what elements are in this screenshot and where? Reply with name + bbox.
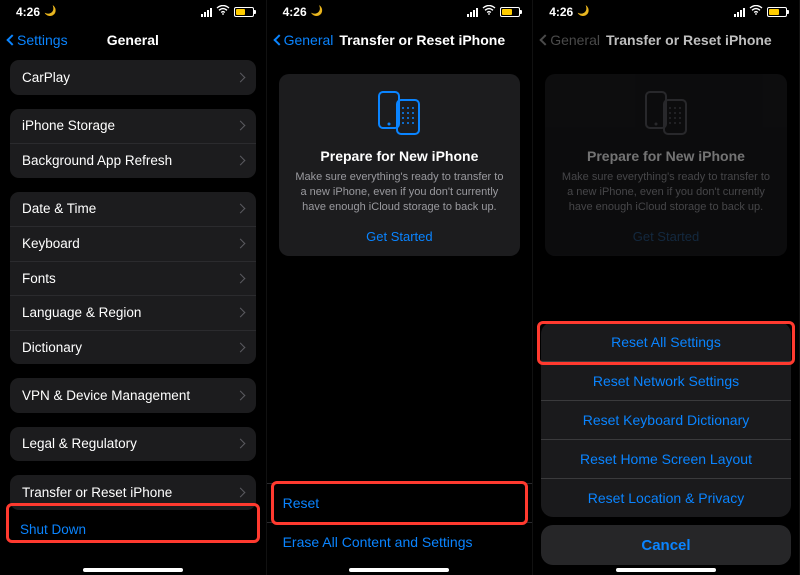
card-heading: Prepare for New iPhone <box>559 148 773 164</box>
chevron-right-icon <box>235 72 245 82</box>
cancel-button[interactable]: Cancel <box>541 525 791 565</box>
row-transfer-reset[interactable]: Transfer or Reset iPhone <box>10 475 256 510</box>
page-title: General <box>107 32 159 48</box>
reset-all-settings[interactable]: Reset All Settings <box>541 322 791 361</box>
home-indicator[interactable] <box>83 568 183 572</box>
row-iphone-storage[interactable]: iPhone Storage <box>10 109 256 144</box>
row-language-region[interactable]: Language & Region <box>10 295 256 330</box>
reset-action-sheet: Reset All Settings Reset Network Setting… <box>541 322 791 517</box>
reset-action-sheet-wrap: Reset All Settings Reset Network Setting… <box>541 322 791 565</box>
get-started-button[interactable]: Get Started <box>366 229 432 244</box>
chevron-right-icon <box>235 273 245 283</box>
cellular-signal-icon <box>467 7 478 17</box>
row-keyboard[interactable]: Keyboard <box>10 226 256 261</box>
chevron-left-icon <box>540 34 551 45</box>
prepare-card-dim: Prepare for New iPhone Make sure everyth… <box>545 74 787 256</box>
chevron-left-icon <box>6 34 17 45</box>
phones-icon <box>559 88 773 138</box>
battery-icon <box>500 7 520 17</box>
home-indicator[interactable] <box>349 568 449 572</box>
bottom-actions: Reset Erase All Content and Settings <box>267 483 533 561</box>
transfer-reset-content: Prepare for New iPhone Make sure everyth… <box>267 60 533 575</box>
status-time: 4:26 <box>549 5 573 19</box>
card-body: Make sure everything's ready to transfer… <box>559 170 773 215</box>
chevron-right-icon <box>235 342 245 352</box>
cellular-signal-icon <box>734 7 745 17</box>
prepare-card: Prepare for New iPhone Make sure everyth… <box>279 74 521 256</box>
row-vpn-device-management[interactable]: VPN & Device Management <box>10 378 256 413</box>
row-legal-regulatory[interactable]: Legal & Regulatory <box>10 427 256 462</box>
row-fonts[interactable]: Fonts <box>10 261 256 296</box>
battery-icon <box>767 7 787 17</box>
chevron-right-icon <box>235 204 245 214</box>
reset-network-settings[interactable]: Reset Network Settings <box>541 361 791 400</box>
battery-icon <box>234 7 254 17</box>
row-carplay[interactable]: CarPlay <box>10 60 256 95</box>
reset-location-privacy[interactable]: Reset Location & Privacy <box>541 478 791 517</box>
back-label: General <box>550 32 600 48</box>
get-started-button: Get Started <box>633 229 699 244</box>
nav-bar: Settings General <box>0 20 266 60</box>
do-not-disturb-icon: 🌙 <box>577 6 589 17</box>
status-bar: 4:26 🌙 <box>533 0 799 20</box>
shutdown-link[interactable]: Shut Down <box>0 512 266 547</box>
back-label: Settings <box>17 32 68 48</box>
settings-list: CarPlay iPhone Storage Background App Re… <box>0 60 266 575</box>
cellular-signal-icon <box>201 7 212 17</box>
row-dictionary[interactable]: Dictionary <box>10 330 256 365</box>
card-body: Make sure everything's ready to transfer… <box>293 170 507 215</box>
wifi-icon <box>482 5 496 18</box>
phone-panel-1: 4:26 🌙 Settings General CarPlay iPhon <box>0 0 267 575</box>
phone-panel-3: 4:26 🌙 General Transfer or Reset iPhone <box>533 0 800 575</box>
status-time: 4:26 <box>283 5 307 19</box>
chevron-right-icon <box>235 156 245 166</box>
wifi-icon <box>749 5 763 18</box>
back-button[interactable]: General <box>275 32 334 48</box>
do-not-disturb-icon: 🌙 <box>311 6 323 17</box>
back-label: General <box>284 32 334 48</box>
chevron-right-icon <box>235 487 245 497</box>
wifi-icon <box>216 5 230 18</box>
back-button[interactable]: General <box>541 32 600 48</box>
chevron-right-icon <box>235 439 245 449</box>
status-time: 4:26 <box>16 5 40 19</box>
nav-bar: General Transfer or Reset iPhone <box>267 20 533 60</box>
chevron-right-icon <box>235 308 245 318</box>
status-bar: 4:26 🌙 <box>267 0 533 20</box>
nav-bar: General Transfer or Reset iPhone <box>533 20 799 60</box>
card-heading: Prepare for New iPhone <box>293 148 507 164</box>
back-button[interactable]: Settings <box>8 32 68 48</box>
reset-row[interactable]: Reset <box>267 483 533 522</box>
do-not-disturb-icon: 🌙 <box>44 6 56 17</box>
page-title: Transfer or Reset iPhone <box>606 32 772 48</box>
chevron-right-icon <box>235 239 245 249</box>
chevron-right-icon <box>235 121 245 131</box>
phone-panel-2: 4:26 🌙 General Transfer or Reset iPhone <box>267 0 534 575</box>
reset-keyboard-dictionary[interactable]: Reset Keyboard Dictionary <box>541 400 791 439</box>
row-background-app-refresh[interactable]: Background App Refresh <box>10 143 256 178</box>
home-indicator[interactable] <box>616 568 716 572</box>
erase-all-row[interactable]: Erase All Content and Settings <box>267 522 533 561</box>
chevron-left-icon <box>273 34 284 45</box>
phones-icon <box>293 88 507 138</box>
row-date-time[interactable]: Date & Time <box>10 192 256 227</box>
page-title: Transfer or Reset iPhone <box>339 32 505 48</box>
status-bar: 4:26 🌙 <box>0 0 266 20</box>
transfer-reset-content-dim: Prepare for New iPhone Make sure everyth… <box>533 60 799 575</box>
reset-home-screen-layout[interactable]: Reset Home Screen Layout <box>541 439 791 478</box>
chevron-right-icon <box>235 390 245 400</box>
